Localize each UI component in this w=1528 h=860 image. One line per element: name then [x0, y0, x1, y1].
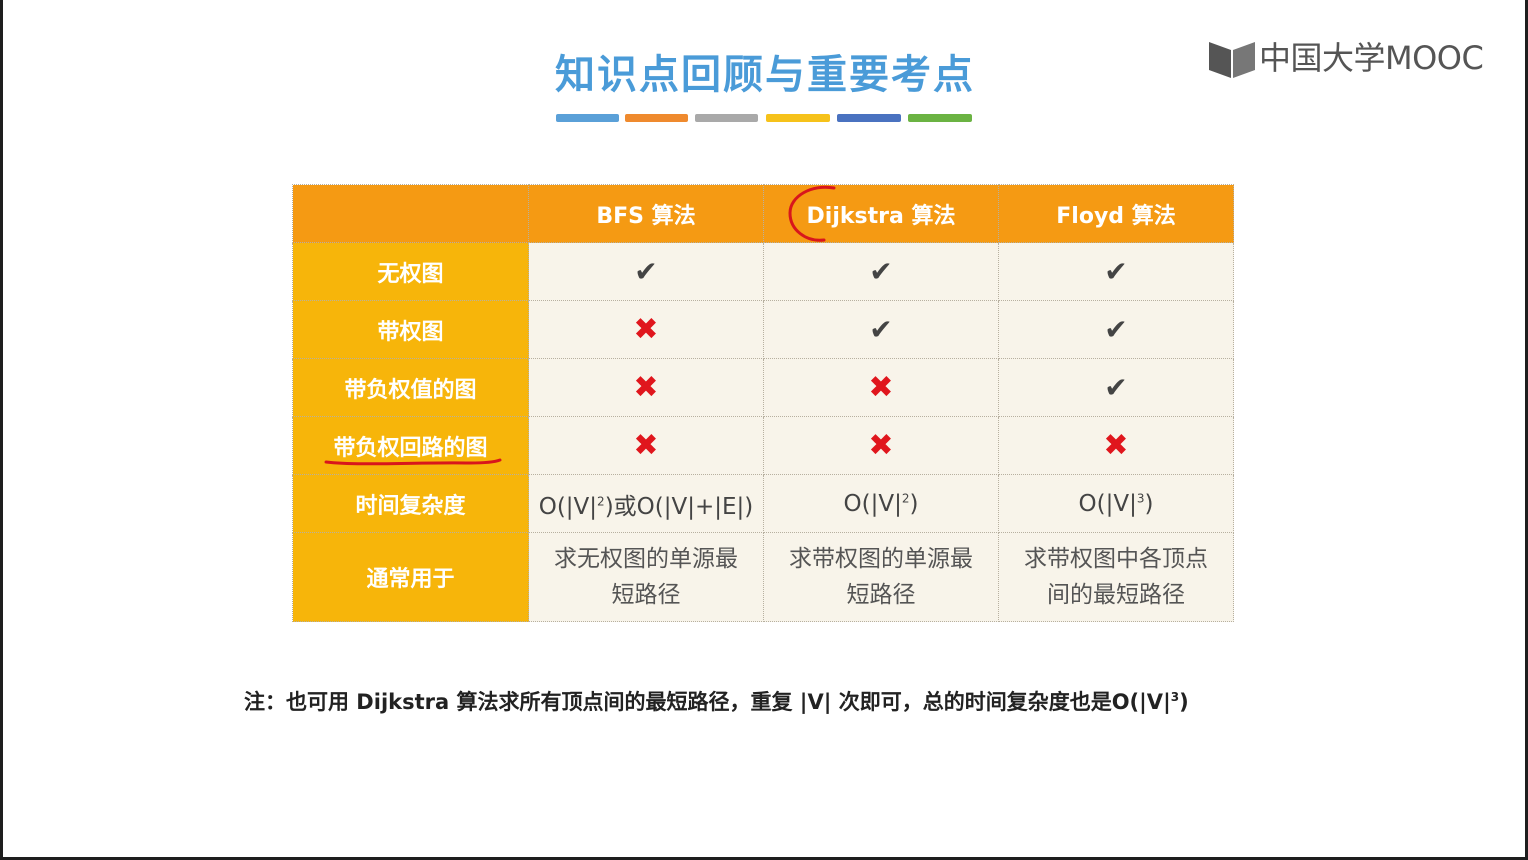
header-dijkstra: Dijkstra 算法: [763, 184, 999, 243]
logo-text: 中国大学MOOC: [1259, 39, 1484, 77]
complexity-floyd: O(|V|3): [998, 474, 1234, 533]
algorithm-comparison-table: BFS 算法 Dijkstra 算法 Floyd 算法 无权图 ✔ ✔ ✔ 带权…: [292, 184, 1234, 622]
usage-bfs: 求无权图的单源最 短路径: [528, 532, 764, 622]
cross-mark-icon: ✖: [633, 370, 659, 405]
row-label-complexity: 时间复杂度: [292, 474, 529, 533]
open-book-icon: [1209, 42, 1255, 78]
table-row: 带负权回路的图 ✖ ✖ ✖: [292, 416, 1234, 475]
table-row-complexity: 时间复杂度 O(|V|2)或O(|V|+|E|) O(|V|2) O(|V|3): [292, 474, 1234, 533]
cross-mark-icon: ✖: [633, 428, 659, 463]
color-bar-yellow: [766, 114, 830, 122]
cross-mark-icon: ✖: [868, 428, 894, 463]
check-mark-icon: ✔: [1104, 371, 1128, 404]
header-bfs: BFS 算法: [528, 184, 764, 243]
check-mark-icon: ✔: [869, 313, 893, 346]
cross-mark-icon: ✖: [633, 312, 659, 347]
table-row-usage: 通常用于 求无权图的单源最 短路径 求带权图的单源最 短路径 求带权图中各顶点 间的最…: [292, 532, 1234, 622]
usage-dijkstra: 求带权图的单源最 短路径: [763, 532, 999, 622]
row-label-negative-weight: 带负权值的图: [292, 358, 529, 417]
row-label-unweighted: 无权图: [292, 242, 529, 301]
complexity-dijkstra: O(|V|2): [763, 474, 999, 533]
table-header-row: BFS 算法 Dijkstra 算法 Floyd 算法: [292, 184, 1234, 243]
check-mark-icon: ✔: [1104, 313, 1128, 346]
table-row: 带负权值的图 ✖ ✖ ✔: [292, 358, 1234, 417]
color-bar-orange: [625, 114, 688, 122]
color-bar-gray: [695, 114, 758, 122]
check-mark-icon: ✔: [869, 255, 893, 288]
color-bar-darkblue: [837, 114, 901, 122]
cross-mark-icon: ✖: [1103, 428, 1129, 463]
check-mark-icon: ✔: [1104, 255, 1128, 288]
footnote: 注：也可用 Dijkstra 算法求所有顶点间的最短路径，重复 |V| 次即可，…: [244, 690, 1189, 714]
mooc-logo: 中国大学MOOC: [1207, 38, 1497, 82]
row-label-weighted: 带权图: [292, 300, 529, 359]
cross-mark-icon: ✖: [868, 370, 894, 405]
complexity-bfs: O(|V|2)或O(|V|+|E|): [528, 474, 764, 533]
row-label-negative-cycle: 带负权回路的图: [292, 416, 529, 475]
color-bar-blue: [556, 114, 619, 122]
slide-title: 知识点回顾与重要考点: [555, 52, 975, 98]
header-corner: [292, 184, 529, 243]
table-row: 无权图 ✔ ✔ ✔: [292, 242, 1234, 301]
color-bar-green: [908, 114, 972, 122]
usage-floyd: 求带权图中各顶点 间的最短路径: [998, 532, 1234, 622]
check-mark-icon: ✔: [634, 255, 658, 288]
header-floyd: Floyd 算法: [998, 184, 1234, 243]
row-label-usage: 通常用于: [292, 532, 529, 622]
frame-left-edge: [0, 0, 3, 860]
table-row: 带权图 ✖ ✔ ✔: [292, 300, 1234, 359]
